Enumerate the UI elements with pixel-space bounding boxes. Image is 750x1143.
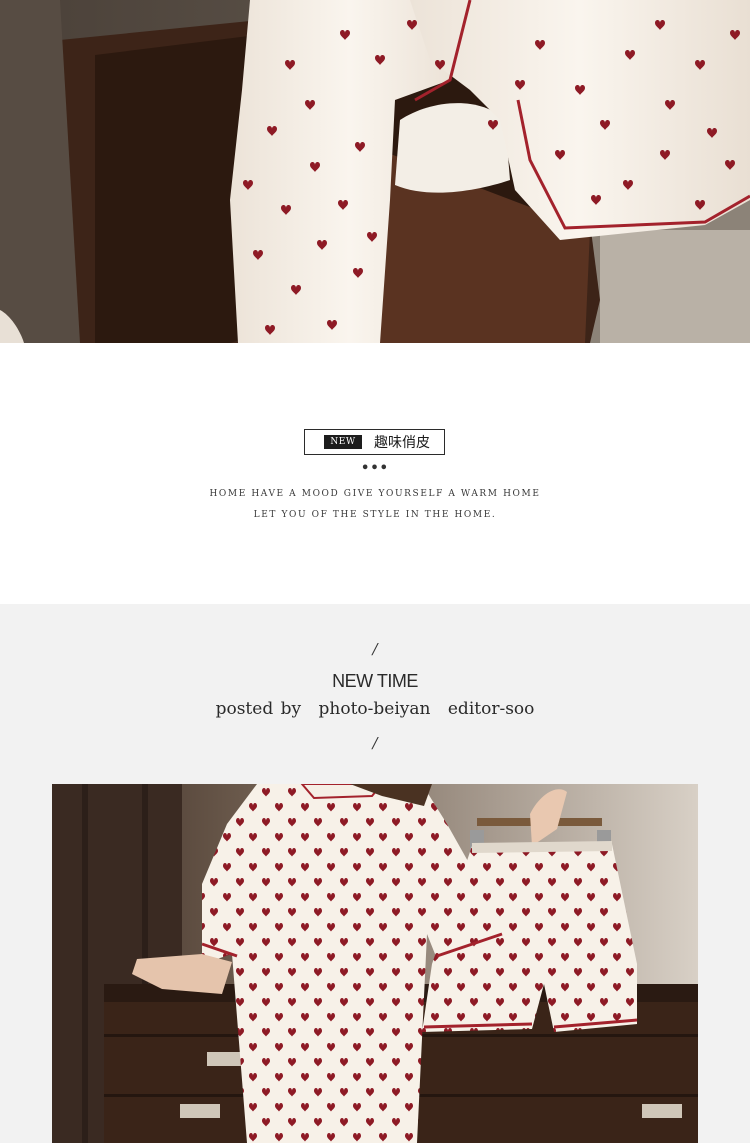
photographer-credit: photo-beiyan bbox=[318, 699, 431, 719]
slash-divider-top: / bbox=[372, 640, 378, 658]
product-photo-set bbox=[52, 784, 698, 1143]
pajama-set-photo-illustration bbox=[52, 784, 698, 1143]
section-title: 趣味俏皮 bbox=[374, 435, 430, 451]
posted-by-label: posted by bbox=[215, 699, 302, 719]
credits-line: posted by photo-beiyan editor-soo bbox=[0, 699, 750, 719]
tagline-section: NEW 趣味俏皮 ••• HOME HAVE A MOOD GIVE YOURS… bbox=[0, 343, 750, 604]
new-label-box: NEW 趣味俏皮 bbox=[304, 429, 445, 455]
new-time-section: / NEW TIME posted by photo-beiyan editor… bbox=[0, 604, 750, 1143]
dots-divider: ••• bbox=[361, 461, 389, 476]
tagline-line-2: LET YOU OF THE STYLE IN THE HOME. bbox=[253, 510, 497, 520]
tagline-line-1: HOME HAVE A MOOD GIVE YOURSELF A WARM HO… bbox=[209, 489, 541, 499]
new-time-title: NEW TIME bbox=[332, 671, 418, 691]
product-photo-pants bbox=[0, 0, 750, 343]
new-badge: NEW bbox=[324, 435, 362, 449]
editor-credit: editor-soo bbox=[447, 699, 535, 719]
slash-divider-bottom: / bbox=[372, 734, 378, 752]
pants-photo-illustration bbox=[0, 0, 750, 343]
